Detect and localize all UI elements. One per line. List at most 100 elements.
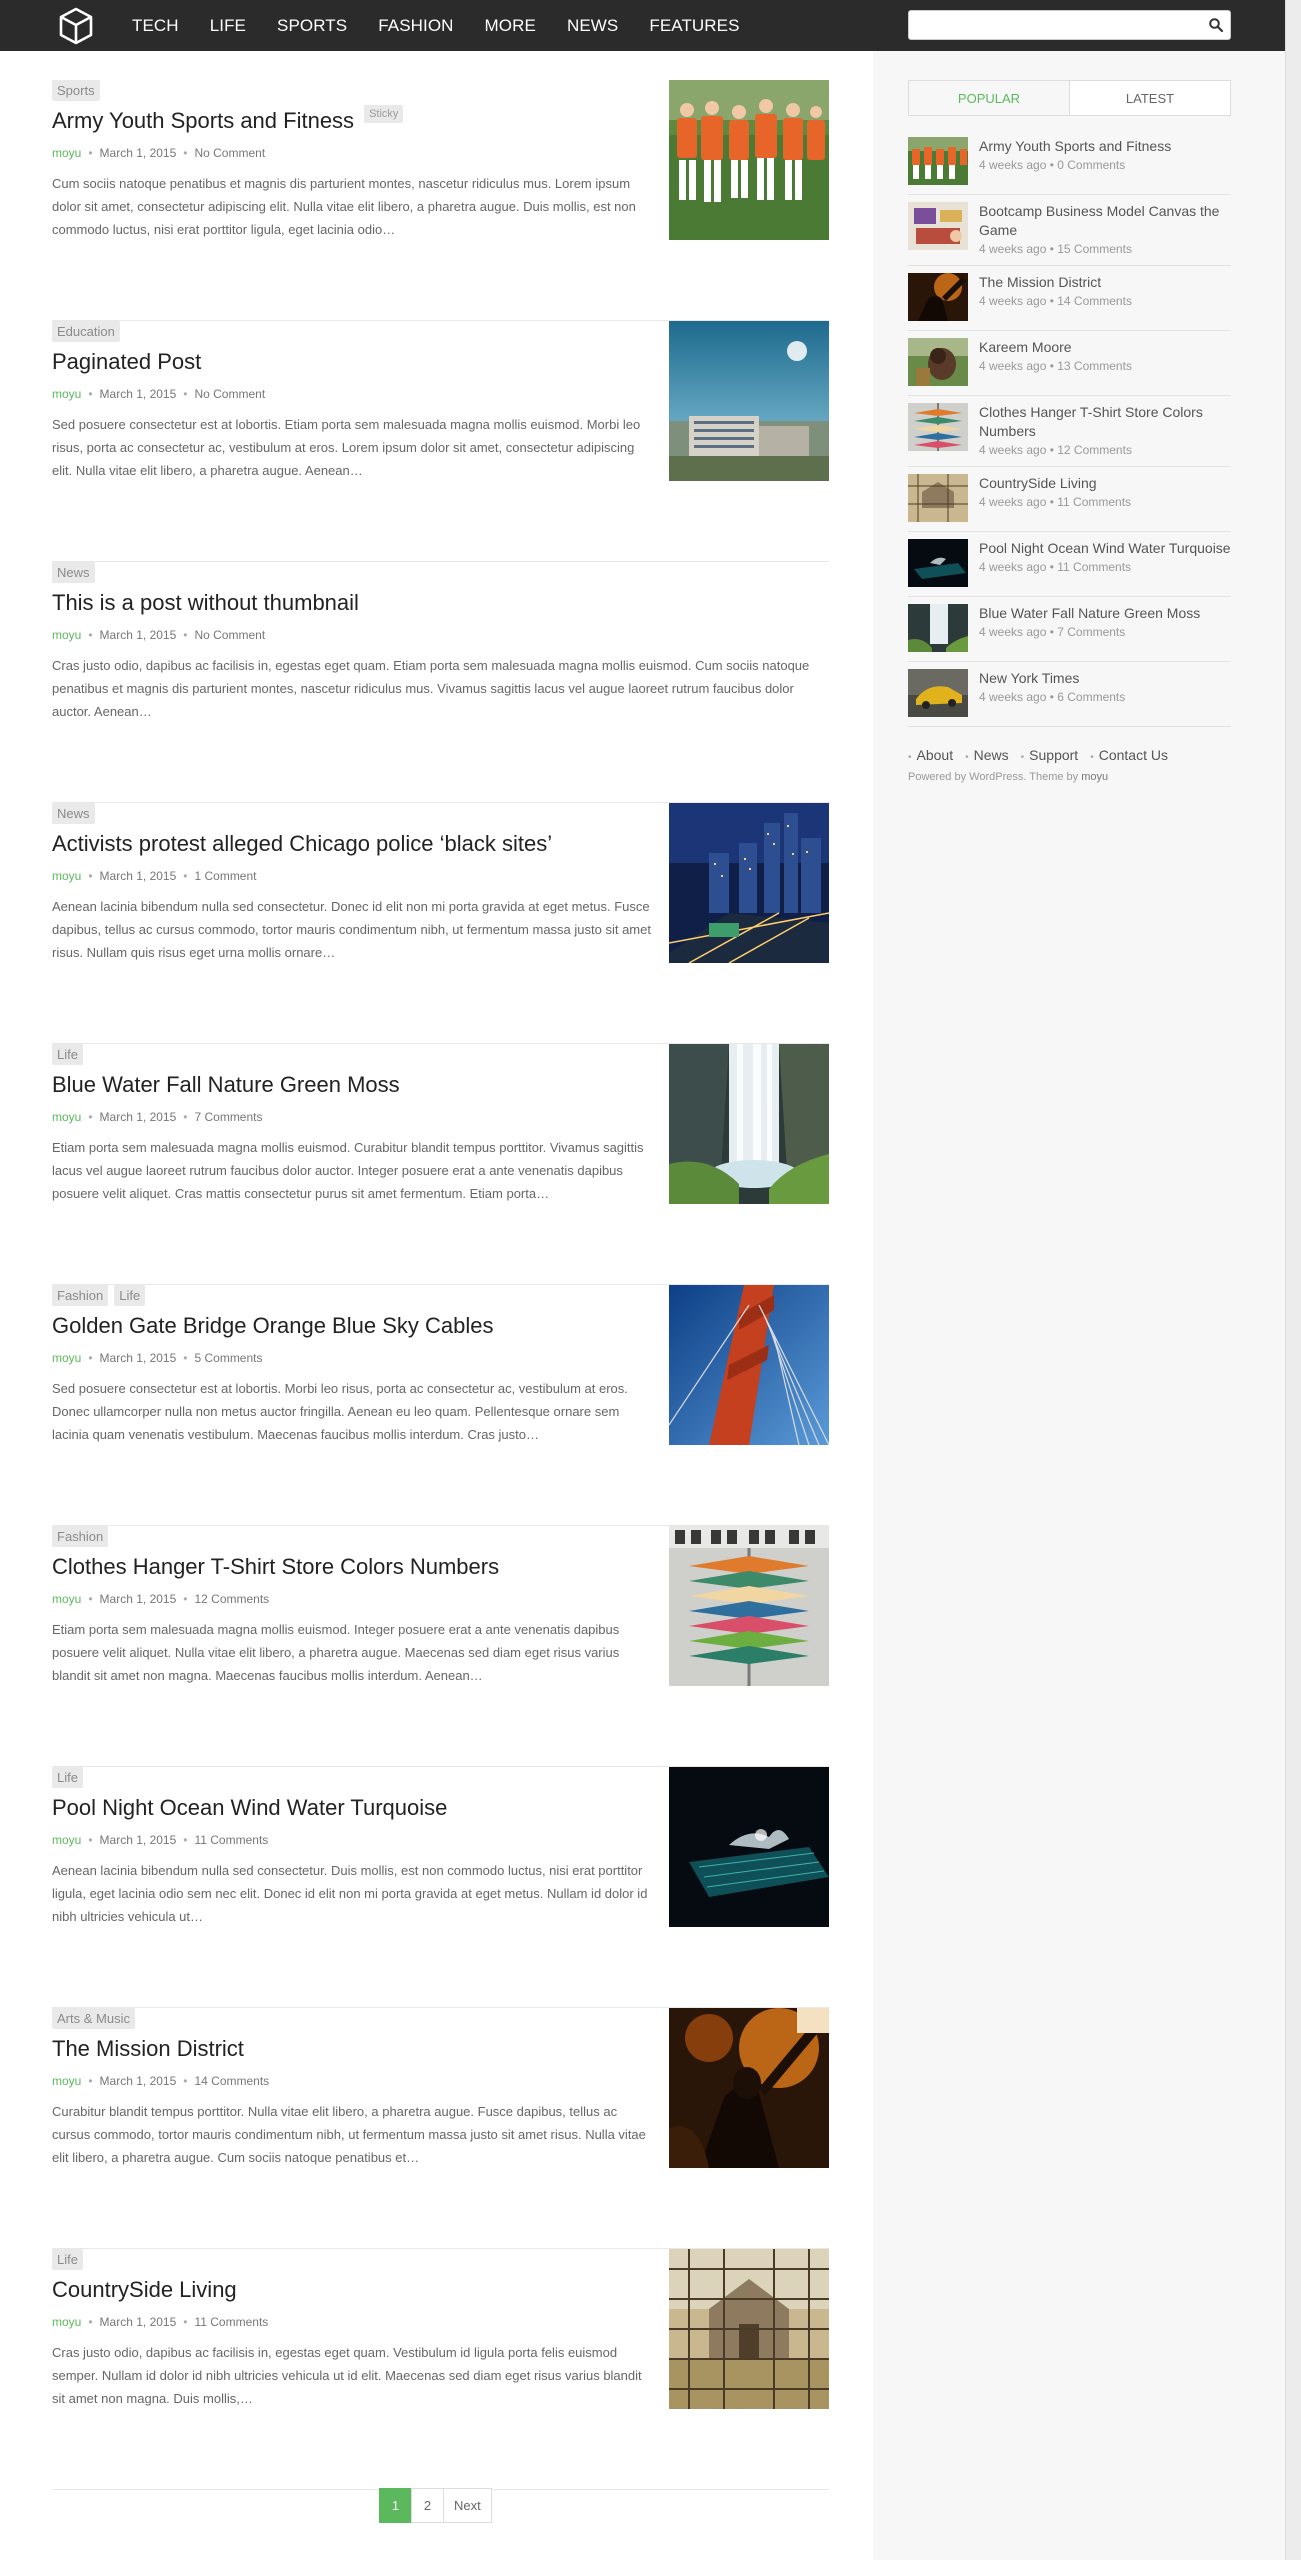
- post-title[interactable]: Army Youth Sports and Fitness: [52, 108, 354, 134]
- list-item-title[interactable]: New York Times: [979, 669, 1125, 688]
- tab-latest[interactable]: LATEST: [1070, 81, 1230, 115]
- post-title[interactable]: CountrySide Living: [52, 2277, 237, 2303]
- search-box: [908, 10, 1231, 40]
- list-item[interactable]: CountrySide Living 4 weeks ago • 11 Comm…: [908, 467, 1231, 532]
- nav-item-tech[interactable]: TECH: [132, 16, 179, 36]
- list-item-thumbnail[interactable]: [908, 539, 968, 587]
- nav-item-fashion[interactable]: FASHION: [378, 16, 453, 36]
- post-comments[interactable]: 5 Comments: [194, 1351, 262, 1365]
- footer-link-news[interactable]: News: [965, 747, 1009, 763]
- post-author[interactable]: moyu: [52, 146, 81, 160]
- cube-logo-icon[interactable]: [52, 4, 100, 48]
- list-item[interactable]: Blue Water Fall Nature Green Moss 4 week…: [908, 597, 1231, 662]
- footer-link-support[interactable]: Support: [1021, 747, 1078, 763]
- list-item[interactable]: Kareem Moore 4 weeks ago • 13 Comments: [908, 331, 1231, 396]
- nav-item-life[interactable]: LIFE: [210, 16, 246, 36]
- post-title[interactable]: Golden Gate Bridge Orange Blue Sky Cable…: [52, 1313, 493, 1339]
- post-author[interactable]: moyu: [52, 628, 81, 642]
- category-tag[interactable]: Fashion: [52, 1526, 109, 1547]
- post-title[interactable]: Pool Night Ocean Wind Water Turquoise: [52, 1795, 447, 1821]
- post-thumbnail[interactable]: [669, 1044, 829, 1204]
- post-author[interactable]: moyu: [52, 1592, 81, 1606]
- nav-item-more[interactable]: MORE: [485, 16, 536, 36]
- post-title[interactable]: Clothes Hanger T-Shirt Store Colors Numb…: [52, 1554, 499, 1580]
- post-author[interactable]: moyu: [52, 869, 81, 883]
- post-author[interactable]: moyu: [52, 1110, 81, 1124]
- tab-popular[interactable]: POPULAR: [909, 81, 1070, 115]
- post-title[interactable]: Blue Water Fall Nature Green Moss: [52, 1072, 400, 1098]
- post-comments[interactable]: 7 Comments: [194, 1110, 262, 1124]
- post-thumbnail[interactable]: [669, 1526, 829, 1686]
- post-title[interactable]: This is a post without thumbnail: [52, 590, 359, 616]
- search-icon[interactable]: [1208, 17, 1224, 33]
- page-link-2[interactable]: 2: [411, 2488, 444, 2523]
- post-title[interactable]: Paginated Post: [52, 349, 201, 375]
- next-page-link[interactable]: Next: [443, 2488, 492, 2523]
- list-item-thumbnail[interactable]: [908, 338, 968, 386]
- category-tag[interactable]: Arts & Music: [52, 2008, 135, 2029]
- category-tag[interactable]: Sports: [52, 80, 100, 101]
- category-tag[interactable]: Education: [52, 321, 120, 342]
- search-input[interactable]: [909, 11, 1199, 39]
- post-thumbnail[interactable]: [669, 2008, 829, 2168]
- list-item[interactable]: Bootcamp Business Model Canvas the Game …: [908, 195, 1231, 266]
- post-thumbnail[interactable]: [669, 1285, 829, 1445]
- list-item-title[interactable]: Pool Night Ocean Wind Water Turquoise: [979, 539, 1231, 558]
- list-item-title[interactable]: Blue Water Fall Nature Green Moss: [979, 604, 1200, 623]
- post-thumbnail[interactable]: [669, 1767, 829, 1927]
- post-comments[interactable]: No Comment: [194, 628, 265, 642]
- scrollbar[interactable]: [1285, 0, 1301, 2560]
- list-item-title[interactable]: Clothes Hanger T-Shirt Store Colors Numb…: [979, 403, 1231, 441]
- nav-item-sports[interactable]: SPORTS: [277, 16, 347, 36]
- post-author[interactable]: moyu: [52, 387, 81, 401]
- post-author[interactable]: moyu: [52, 2315, 81, 2329]
- list-item-title[interactable]: CountrySide Living: [979, 474, 1131, 493]
- footer-link-contact[interactable]: Contact Us: [1090, 747, 1168, 763]
- list-item-thumbnail[interactable]: [908, 137, 968, 185]
- post-author[interactable]: moyu: [52, 2074, 81, 2088]
- list-item-thumbnail[interactable]: [908, 474, 968, 522]
- footer-link-about[interactable]: About: [908, 747, 954, 763]
- post-thumbnail[interactable]: [669, 803, 829, 963]
- category-tag[interactable]: Life: [52, 1044, 83, 1065]
- category-tag[interactable]: Fashion: [52, 1285, 109, 1306]
- list-item[interactable]: Army Youth Sports and Fitness 4 weeks ag…: [908, 130, 1231, 195]
- list-item-title[interactable]: Army Youth Sports and Fitness: [979, 137, 1171, 156]
- post-comments[interactable]: 14 Comments: [194, 2074, 269, 2088]
- post-thumbnail[interactable]: [669, 2249, 829, 2409]
- list-item-thumbnail[interactable]: [908, 669, 968, 717]
- list-item-thumbnail[interactable]: [908, 604, 968, 652]
- post-date: March 1, 2015: [99, 146, 177, 160]
- list-item-title[interactable]: Kareem Moore: [979, 338, 1132, 357]
- theme-author-link[interactable]: moyu: [1081, 771, 1108, 783]
- list-item[interactable]: Pool Night Ocean Wind Water Turquoise 4 …: [908, 532, 1231, 597]
- list-item[interactable]: Clothes Hanger T-Shirt Store Colors Numb…: [908, 396, 1231, 467]
- post-thumbnail[interactable]: [669, 80, 829, 240]
- list-item-title[interactable]: The Mission District: [979, 273, 1132, 292]
- list-item-thumbnail[interactable]: [908, 273, 968, 321]
- post-comments[interactable]: 11 Comments: [194, 2315, 268, 2329]
- post-thumbnail[interactable]: [669, 321, 829, 481]
- post-title[interactable]: The Mission District: [52, 2036, 244, 2062]
- page-link-1[interactable]: 1: [379, 2488, 412, 2523]
- list-item[interactable]: The Mission District 4 weeks ago • 14 Co…: [908, 266, 1231, 331]
- post-comments[interactable]: No Comment: [194, 146, 265, 160]
- list-item-thumbnail[interactable]: [908, 202, 968, 250]
- nav-item-news[interactable]: NEWS: [567, 16, 618, 36]
- post-comments[interactable]: No Comment: [194, 387, 265, 401]
- list-item-thumbnail[interactable]: [908, 403, 968, 451]
- category-tag[interactable]: Life: [52, 1767, 83, 1788]
- post-comments[interactable]: 11 Comments: [194, 1833, 268, 1847]
- category-tag[interactable]: News: [52, 803, 95, 824]
- nav-item-features[interactable]: FEATURES: [649, 16, 739, 36]
- category-tag[interactable]: Life: [114, 1285, 146, 1306]
- list-item-title[interactable]: Bootcamp Business Model Canvas the Game: [979, 202, 1231, 240]
- category-tag[interactable]: News: [52, 562, 95, 583]
- post-comments[interactable]: 12 Comments: [194, 1592, 269, 1606]
- post-title[interactable]: Activists protest alleged Chicago police…: [52, 831, 552, 857]
- post-author[interactable]: moyu: [52, 1351, 81, 1365]
- category-tag[interactable]: Life: [52, 2249, 83, 2270]
- post-author[interactable]: moyu: [52, 1833, 81, 1847]
- post-comments[interactable]: 1 Comment: [194, 869, 256, 883]
- list-item[interactable]: New York Times 4 weeks ago • 6 Comments: [908, 662, 1231, 727]
